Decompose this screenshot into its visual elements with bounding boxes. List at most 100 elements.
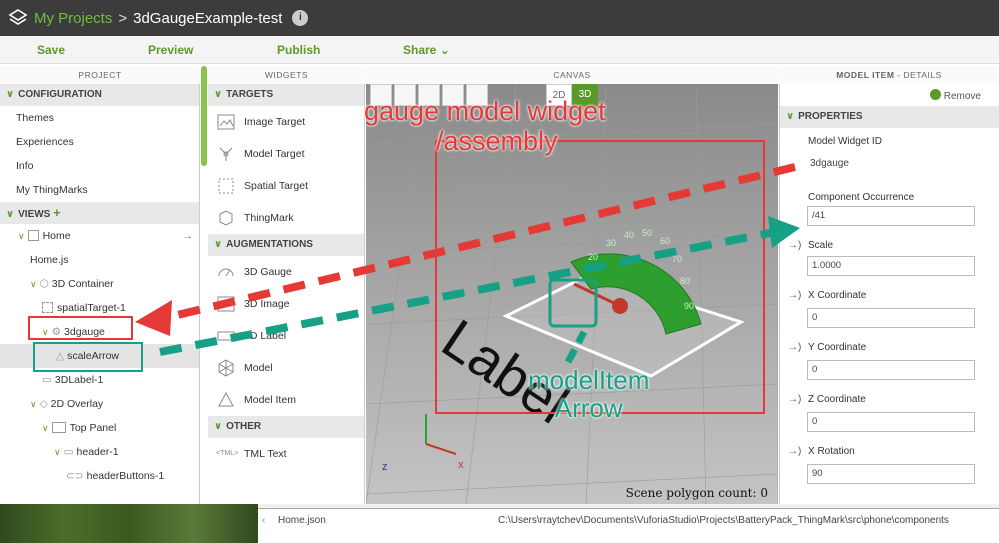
x-rotation-label: X Rotation (808, 446, 855, 457)
gauge-tick: 30 (606, 238, 616, 248)
binding-icon[interactable]: →) (788, 446, 801, 457)
tree-header-buttons-label: headerButtons-1 (86, 470, 165, 482)
publish-button[interactable]: Publish (277, 43, 320, 57)
widget-tml-text[interactable]: <TML> TML Text (208, 438, 364, 470)
chevron-down-icon: ∨ (6, 209, 15, 220)
config-item-themes[interactable]: Themes (0, 106, 199, 130)
tree-home[interactable]: ∨ Home → (0, 224, 199, 248)
tree-spatial-target[interactable]: spatialTarget-1 (0, 296, 199, 320)
widget-label: Spatial Target (244, 180, 309, 192)
tree-homejs[interactable]: Home.js (0, 248, 199, 272)
widget-label: TML Text (244, 448, 287, 460)
info-icon[interactable]: i (292, 10, 309, 26)
annotation-gauge-line1: gauge model widget (364, 96, 606, 126)
remove-label: Remove (943, 91, 981, 102)
widget-spatial-target[interactable]: Spatial Target (208, 170, 364, 202)
widget-label: 3D Image (244, 298, 290, 310)
tree-header-buttons[interactable]: ⊂⊃ headerButtons-1 (0, 464, 199, 488)
tree-scalearrow[interactable]: △ scaleArrow (0, 344, 199, 368)
chevron-down-icon: ∨ (786, 111, 795, 122)
widget-label: Model Target (244, 148, 305, 160)
spatial-target-icon (42, 302, 53, 313)
prop-component: Component Occurrence (780, 184, 999, 206)
scale-input[interactable]: 1.0000 (807, 256, 975, 276)
binding-icon[interactable]: →) (788, 240, 801, 251)
tree-3dlabel-label: 3DLabel-1 (54, 374, 104, 386)
model-widget-id-label: Model Widget ID (808, 136, 882, 147)
widget-3d-label[interactable]: 3D Label (208, 320, 364, 352)
widget-label: 3D Gauge (244, 266, 292, 278)
binding-icon[interactable]: →) (788, 394, 801, 405)
remove-icon (929, 89, 941, 100)
breadcrumb-separator: > (118, 9, 128, 27)
gauge-tick: 50 (642, 228, 652, 238)
panel-icon (51, 422, 66, 433)
x-coordinate-input[interactable]: 0 (807, 308, 975, 328)
x-rotation-input[interactable]: 90 (807, 464, 975, 484)
tree-2d-overlay[interactable]: ∨ ◇ 2D Overlay (0, 392, 199, 416)
gauge-icon: ⚙ (51, 326, 62, 338)
annotation-gauge-line2: /assembly (436, 126, 558, 156)
toolbar: Save Preview Publish Share ⌄ (0, 36, 999, 64)
tree-2d-overlay-label: 2D Overlay (50, 398, 104, 410)
breadcrumb-my-projects[interactable]: My Projects (34, 10, 112, 27)
binding-icon[interactable]: →) (788, 290, 801, 301)
config-item-info[interactable]: Info (0, 154, 199, 178)
config-item-experiences[interactable]: Experiences (0, 130, 199, 154)
annotation-arrow-text: modelItem Arrow (528, 366, 649, 422)
widget-model-target[interactable]: Model Target (208, 138, 364, 170)
widget-model[interactable]: Model (208, 352, 364, 384)
details-title: MODEL ITEM (836, 70, 895, 80)
editor-file-name[interactable]: Home.json (278, 515, 326, 526)
prop-z: →) Z Coordinate (780, 380, 999, 412)
section-configuration[interactable]: ∨ CONFIGURATION (0, 84, 199, 106)
preview-button[interactable]: Preview (148, 43, 193, 57)
component-occurrence-input[interactable]: /41 (807, 206, 975, 226)
widget-3d-image[interactable]: 3D Image (208, 288, 364, 320)
chevron-down-icon: ∨ (214, 421, 223, 432)
section-augmentations[interactable]: ∨ AUGMENTATIONS (208, 234, 364, 256)
tree-header-1[interactable]: ∨ ▭ header-1 (0, 440, 199, 464)
binding-icon[interactable]: →) (788, 342, 801, 353)
widget-3d-gauge[interactable]: 3D Gauge (208, 256, 364, 288)
canvas-label: CANVAS (553, 70, 591, 80)
layers-logo-icon[interactable] (8, 8, 28, 28)
prop-x-rotation: →) X Rotation (780, 432, 999, 464)
tree-3d-container[interactable]: ∨ ⬡ 3D Container (0, 272, 199, 296)
gauge-tick: 40 (624, 230, 634, 240)
chevron-down-icon: ∨ (214, 89, 223, 100)
section-views[interactable]: ∨ VIEWS + (0, 202, 199, 224)
widget-label: Image Target (244, 116, 306, 128)
properties-label: PROPERTIES (798, 111, 863, 122)
configuration-label: CONFIGURATION (18, 89, 102, 100)
section-targets[interactable]: ∨ TARGETS (208, 84, 364, 106)
navigate-arrow-icon[interactable]: → (183, 224, 194, 248)
tree-spatial-label: spatialTarget-1 (57, 302, 126, 314)
component-label: Component Occurrence (808, 192, 915, 203)
widget-model-item[interactable]: Model Item (208, 384, 364, 416)
section-properties[interactable]: ∨ PROPERTIES (780, 106, 999, 128)
remove-button[interactable]: Remove (929, 89, 981, 102)
save-button[interactable]: Save (37, 43, 65, 57)
tree-3dlabel[interactable]: ▭ 3DLabel-1 (0, 368, 199, 392)
add-view-icon[interactable]: + (53, 205, 61, 220)
share-button[interactable]: Share ⌄ (403, 43, 450, 57)
widget-image-target[interactable]: Image Target (208, 106, 364, 138)
bottom-area: ‹ Home.json C:\Users\rraytchev\Documents… (0, 504, 999, 543)
gauge-tick: 80 (680, 276, 690, 286)
tree-top-panel[interactable]: ∨ Top Panel (0, 416, 199, 440)
project-scrollbar[interactable] (201, 66, 207, 166)
chevron-down-icon: ∨ (30, 279, 37, 289)
canvas-panel-header: CANVAS (366, 66, 778, 84)
scroll-left-icon[interactable]: ‹ (262, 515, 265, 526)
tree-3dgauge[interactable]: ∨ ⚙ 3dgauge (0, 320, 199, 344)
y-coordinate-input[interactable]: 0 (807, 360, 975, 380)
widget-thingmark[interactable]: ThingMark (208, 202, 364, 234)
section-other[interactable]: ∨ OTHER (208, 416, 364, 438)
prop-y: →) Y Coordinate (780, 328, 999, 360)
chevron-down-icon: ⌄ (439, 42, 450, 57)
prop-model-widget-id: Model Widget ID (780, 128, 999, 156)
annotation-arrow-line1: modelItem (528, 365, 650, 395)
config-item-thingmarks[interactable]: My ThingMarks (0, 178, 199, 202)
z-coordinate-input[interactable]: 0 (807, 412, 975, 432)
